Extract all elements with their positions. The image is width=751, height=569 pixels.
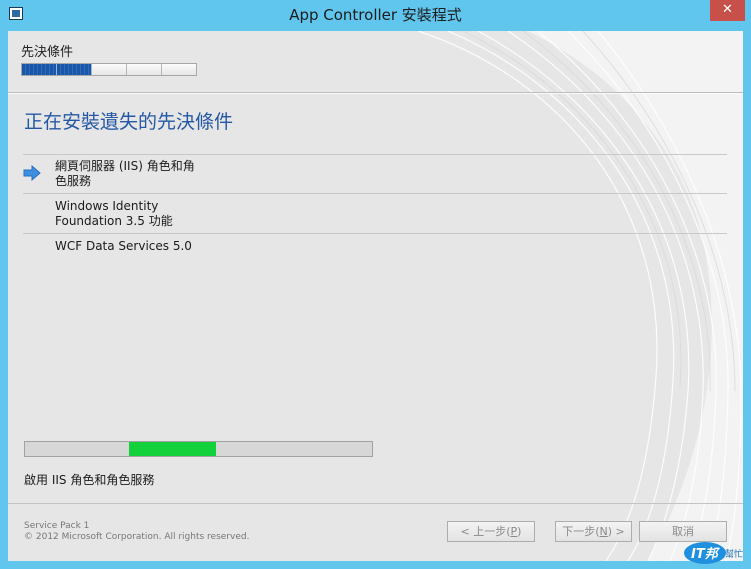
item-label-line1: 網頁伺服器 (IIS) 角色和角 — [55, 159, 195, 173]
next-button-label-end: ) > — [607, 525, 625, 538]
next-button-label: 下一步( — [562, 525, 600, 538]
install-progress-bar — [24, 441, 373, 457]
current-item-arrow-icon — [23, 165, 41, 181]
next-button-mnemonic: N — [599, 525, 608, 538]
wizard-step-segment — [162, 64, 196, 75]
installer-window: App Controller 安裝程式 ✕ 先決條件 正在安裝遺失的先決條件 網… — [0, 0, 751, 569]
back-button-label-end: ) — [517, 525, 522, 538]
wizard-step-segment — [22, 64, 57, 75]
prerequisite-item-wif: Windows Identity Foundation 3.5 功能 — [55, 199, 173, 229]
footer-divider — [8, 503, 743, 504]
next-button[interactable]: 下一步(N) > — [555, 521, 632, 542]
item-label-line2: 色服務 — [55, 174, 92, 188]
wizard-step-progress — [21, 63, 197, 76]
wizard-step-segment — [127, 64, 162, 75]
install-status-text: 啟用 IIS 角色和角色服務 — [24, 473, 155, 487]
list-divider — [23, 154, 727, 155]
copyright-text: © 2012 Microsoft Corporation. All rights… — [24, 532, 250, 542]
page-title: 正在安裝遺失的先決條件 — [24, 111, 234, 133]
list-divider — [23, 193, 727, 194]
header-divider-highlight — [8, 93, 743, 94]
list-divider — [23, 233, 727, 234]
svg-text:IT邦: IT邦 — [691, 546, 721, 562]
prerequisite-item-wcf: WCF Data Services 5.0 — [55, 239, 192, 254]
wizard-step-segment — [92, 64, 127, 75]
wizard-step-segment — [57, 64, 92, 75]
install-progress-fill — [129, 442, 216, 456]
item-label-line2: Foundation 3.5 功能 — [55, 214, 173, 228]
close-button[interactable]: ✕ — [710, 0, 745, 21]
item-label-line1: WCF Data Services 5.0 — [55, 239, 192, 253]
ithome-watermark-logo: IT邦 幫忙 — [684, 542, 743, 564]
back-button[interactable]: < 上一步(P) — [447, 521, 535, 542]
back-button-label: < 上一步( — [460, 525, 511, 538]
service-pack-label: Service Pack 1 — [24, 521, 90, 531]
cancel-button[interactable]: 取消 — [639, 521, 727, 542]
item-label-line1: Windows Identity — [55, 199, 159, 213]
prerequisite-item-iis: 網頁伺服器 (IIS) 角色和角 色服務 — [55, 159, 195, 189]
wizard-content: 先決條件 正在安裝遺失的先決條件 網頁伺服器 (IIS) 角色和角 色服務 Wi… — [8, 31, 743, 561]
title-bar[interactable]: App Controller 安裝程式 ✕ — [0, 0, 751, 31]
current-step-label: 先決條件 — [21, 45, 74, 60]
window-title: App Controller 安裝程式 — [289, 6, 462, 24]
svg-text:幫忙: 幫忙 — [725, 548, 743, 560]
